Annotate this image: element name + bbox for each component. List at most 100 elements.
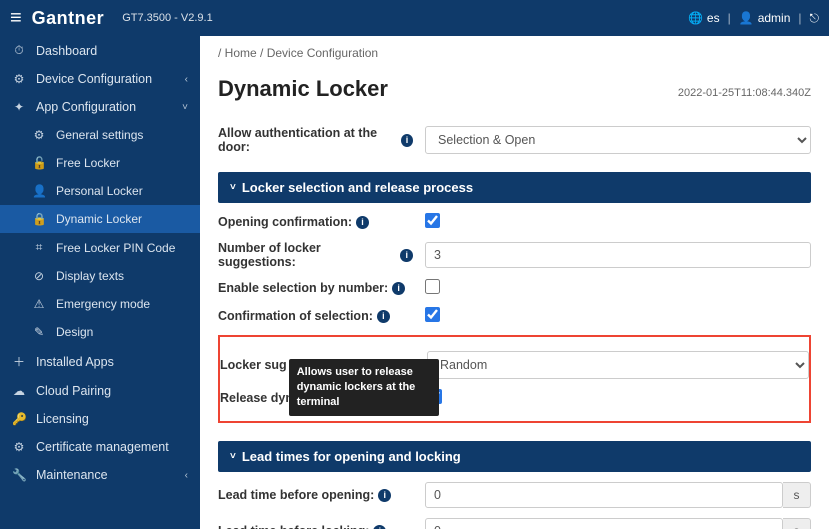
opening-confirm-label: Opening confirmation: i <box>218 215 413 229</box>
gear-icon: ⚙ <box>12 72 26 86</box>
content-area: / Home / Device Configuration Dynamic Lo… <box>200 36 829 529</box>
info-icon[interactable]: i <box>401 134 413 147</box>
app-icon: ✦ <box>12 100 26 114</box>
sidebar-sub-general-settings[interactable]: ⚙ General settings <box>0 121 200 149</box>
sidebar-item-dashboard[interactable]: ⏱ Dashboard <box>0 36 200 65</box>
sidebar-item-label: Maintenance <box>36 468 108 482</box>
unit-seconds: s <box>783 518 811 529</box>
topbar: ≡ Gantner GT7.3500 - V2.9.1 🌐 es | 👤 adm… <box>0 0 829 36</box>
plus-icon: ＋ <box>12 353 26 370</box>
sidebar-item-label: Emergency mode <box>56 297 150 311</box>
user-menu[interactable]: 👤 admin <box>739 11 791 25</box>
locker-suggest-label: Locker sug Allows user to release dynami… <box>220 358 415 372</box>
info-icon[interactable]: i <box>378 489 391 502</box>
info-icon[interactable]: i <box>377 310 390 323</box>
tooltip: Allows user to release dynamic lockers a… <box>289 359 439 416</box>
breadcrumb: / Home / Device Configuration <box>200 36 829 70</box>
sidebar-item-label: App Configuration <box>36 100 136 114</box>
hamburger-icon[interactable]: ≡ <box>10 7 22 30</box>
enable-number-label: Enable selection by number: i <box>218 281 413 295</box>
topbar-right: 🌐 es | 👤 admin | ⎋ <box>688 11 819 26</box>
row-lead-lock: Lead time before locking: i s <box>218 518 811 529</box>
sidebar-sub-dynamic-locker[interactable]: 🔒 Dynamic Locker <box>0 205 200 233</box>
locker-suggest-select[interactable]: Random <box>427 351 809 379</box>
breadcrumb-device[interactable]: Device Configuration <box>267 46 378 60</box>
confirm-selection-checkbox[interactable] <box>425 307 440 322</box>
sidebar-item-maintenance[interactable]: 🔧 Maintenance ‹ <box>0 461 200 489</box>
gear-icon: ⚙ <box>32 128 46 142</box>
sidebar-item-label: Dashboard <box>36 44 97 58</box>
gear-icon: ⚙ <box>12 440 26 454</box>
breadcrumb-home[interactable]: Home <box>225 46 257 60</box>
globe-icon: 🌐 <box>688 11 703 25</box>
info-icon[interactable]: i <box>400 249 413 262</box>
user-icon: 👤 <box>32 184 46 198</box>
lead-open-input[interactable] <box>425 482 783 508</box>
section-locker-selection[interactable]: ˅ Locker selection and release process <box>218 172 811 203</box>
sidebar-item-label: Free Locker <box>56 156 120 170</box>
language-selector[interactable]: 🌐 es <box>688 11 720 25</box>
dashboard-icon: ⏱ <box>12 43 26 58</box>
page-title: Dynamic Locker <box>218 76 388 102</box>
highlight-box: Locker sug Allows user to release dynami… <box>218 335 811 423</box>
sidebar-item-label: Free Locker PIN Code <box>56 241 175 255</box>
lead-lock-input[interactable] <box>425 518 783 529</box>
sidebar-item-label: Licensing <box>36 412 89 426</box>
lead-lock-label: Lead time before locking: i <box>218 524 413 529</box>
row-locker-suggest: Locker sug Allows user to release dynami… <box>220 351 809 379</box>
row-confirm-selection: Confirmation of selection: i <box>218 307 811 325</box>
info-icon[interactable]: i <box>356 216 369 229</box>
sidebar-item-label: Installed Apps <box>36 355 114 369</box>
separator: | <box>798 11 801 25</box>
sidebar-item-label: General settings <box>56 128 143 142</box>
unit-seconds: s <box>783 482 811 508</box>
logout-icon: ⎋ <box>810 11 820 26</box>
sidebar-item-device-config[interactable]: ⚙ Device Configuration ‹ <box>0 65 200 93</box>
sidebar-sub-design[interactable]: ✎ Design <box>0 318 200 346</box>
page-title-row: Dynamic Locker 2022-01-25T11:08:44.340Z <box>200 70 829 106</box>
sidebar-item-label: Cloud Pairing <box>36 384 111 398</box>
chevron-down-icon: ˅ <box>182 102 188 113</box>
sidebar-sub-personal-locker[interactable]: 👤 Personal Locker <box>0 177 200 205</box>
info-icon[interactable]: i <box>373 525 386 529</box>
sidebar: ⏱ Dashboard ⚙ Device Configuration ‹ ✦ A… <box>0 36 200 529</box>
wrench-icon: 🔧 <box>12 468 26 482</box>
sidebar-item-licensing[interactable]: 🔑 Licensing <box>0 405 200 433</box>
sidebar-sub-emergency[interactable]: ⚠ Emergency mode <box>0 290 200 318</box>
sidebar-item-certificate[interactable]: ⚙ Certificate management <box>0 433 200 461</box>
page-timestamp: 2022-01-25T11:08:44.340Z <box>678 87 811 99</box>
user-icon: 👤 <box>739 11 754 25</box>
num-suggest-input[interactable] <box>425 242 811 268</box>
design-icon: ✎ <box>32 325 46 339</box>
sidebar-item-label: Design <box>56 325 93 339</box>
sidebar-sub-display-texts[interactable]: ⊘ Display texts <box>0 262 200 290</box>
lock-icon: 🔒 <box>32 212 46 226</box>
row-opening-confirm: Opening confirmation: i <box>218 213 811 231</box>
opening-confirm-checkbox[interactable] <box>425 213 440 228</box>
info-icon[interactable]: i <box>392 282 405 295</box>
sidebar-sub-free-locker[interactable]: 🔓 Free Locker <box>0 149 200 177</box>
sidebar-item-app-config[interactable]: ✦ App Configuration ˅ <box>0 93 200 121</box>
sidebar-item-cloud-pairing[interactable]: ☁ Cloud Pairing <box>0 377 200 405</box>
sidebar-item-label: Display texts <box>56 269 124 283</box>
unlock-icon: 🔓 <box>32 156 46 170</box>
allow-auth-select[interactable]: Selection & Open <box>425 126 811 154</box>
separator: | <box>728 11 731 25</box>
sidebar-item-label: Device Configuration <box>36 72 152 86</box>
enable-number-checkbox[interactable] <box>425 279 440 294</box>
sidebar-item-label: Certificate management <box>36 440 169 454</box>
logout-button[interactable]: ⎋ <box>810 11 820 26</box>
sidebar-item-installed-apps[interactable]: ＋ Installed Apps <box>0 346 200 377</box>
confirm-selection-label: Confirmation of selection: i <box>218 309 413 323</box>
sidebar-item-label: Dynamic Locker <box>56 212 142 226</box>
chevron-down-icon: ˅ <box>230 182 236 193</box>
keypad-icon: ⌗ <box>32 240 46 255</box>
section-lead-times[interactable]: ˅ Lead times for opening and locking <box>218 441 811 472</box>
chevron-down-icon: ˅ <box>230 451 236 462</box>
chevron-left-icon: ‹ <box>185 74 188 85</box>
sidebar-sub-pin-code[interactable]: ⌗ Free Locker PIN Code <box>0 233 200 262</box>
version-subtitle: GT7.3500 - V2.9.1 <box>122 12 213 24</box>
brand: Gantner <box>32 8 105 29</box>
allow-auth-label: Allow authentication at the door: i <box>218 126 413 154</box>
row-lead-open: Lead time before opening: i s <box>218 482 811 508</box>
